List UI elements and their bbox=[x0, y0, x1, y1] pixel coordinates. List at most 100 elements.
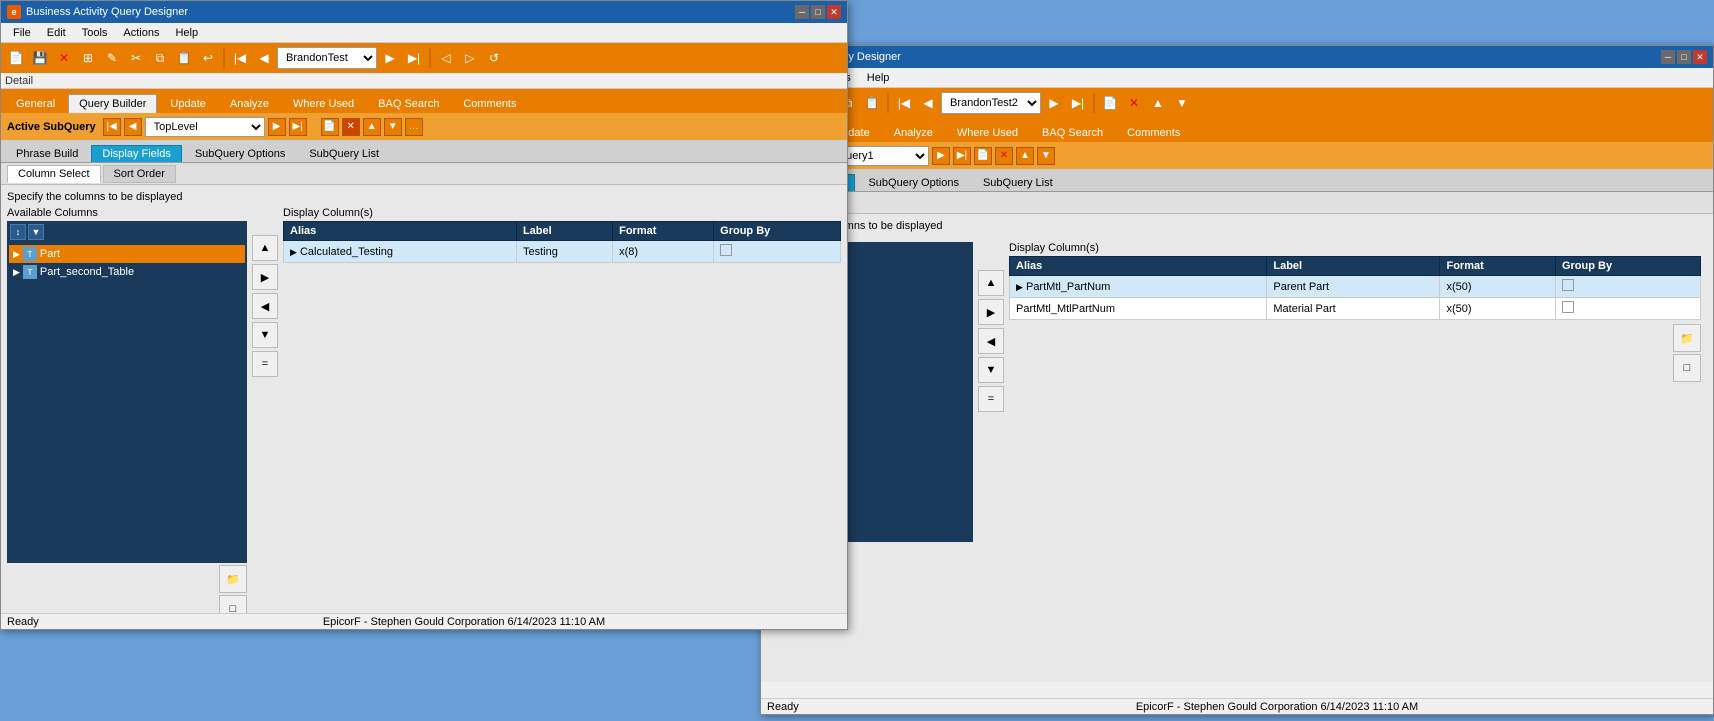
w1-tb-delete[interactable]: ✕ bbox=[53, 47, 75, 69]
w2-tab-baqsearch[interactable]: BAQ Search bbox=[1031, 123, 1114, 142]
w1-innertab-displayfields[interactable]: Display Fields bbox=[91, 145, 181, 162]
w1-tab-querybuilder[interactable]: Query Builder bbox=[68, 94, 157, 113]
w2-transfer-right[interactable]: ▶ bbox=[978, 299, 1004, 325]
w1-row1-alias: ▶ Calculated_Testing bbox=[284, 241, 517, 263]
w1-avail-menu[interactable]: ▼ bbox=[28, 224, 44, 240]
w1-tb-save[interactable]: 💾 bbox=[29, 47, 51, 69]
w2-nav-first[interactable]: |◀ bbox=[893, 92, 915, 114]
w1-transfer-right[interactable]: ▶ bbox=[252, 264, 278, 290]
window2-minimize-button[interactable]: ─ bbox=[1661, 50, 1675, 64]
window2-close-button[interactable]: ✕ bbox=[1693, 50, 1707, 64]
w1-nav-first[interactable]: |◀ bbox=[229, 47, 251, 69]
w2-tb-down[interactable]: ▼ bbox=[1171, 92, 1193, 114]
w2-tb-btn5[interactable]: 📋 bbox=[861, 92, 883, 114]
w1-tb-undo[interactable]: ↩ bbox=[197, 47, 219, 69]
w2-folder-btn[interactable]: 📁 bbox=[1673, 324, 1701, 352]
w1-tb-back[interactable]: ◁ bbox=[435, 47, 457, 69]
w2-innertab-subqueryoptions[interactable]: SubQuery Options bbox=[857, 174, 970, 191]
w1-tab-comments[interactable]: Comments bbox=[452, 94, 527, 113]
w1-tab-update[interactable]: Update bbox=[159, 94, 216, 113]
w1-tb-refresh[interactable]: ↺ bbox=[483, 47, 505, 69]
w1-nav-prev[interactable]: ◀ bbox=[253, 47, 275, 69]
table-row[interactable]: PartMtl_MtlPartNum Material Part x(50) bbox=[1010, 298, 1701, 320]
w2-nav-next[interactable]: ▶ bbox=[1043, 92, 1065, 114]
w1-tab-general[interactable]: General bbox=[5, 94, 66, 113]
w2-sq-nav3[interactable]: ▶ bbox=[932, 147, 950, 165]
w1-tb-cut[interactable]: ✂ bbox=[125, 47, 147, 69]
window2-maximize-button[interactable]: □ bbox=[1677, 50, 1691, 64]
w1-innertab-phrasebuild[interactable]: Phrase Build bbox=[5, 145, 89, 162]
w1-transfer-calc[interactable]: = bbox=[252, 351, 278, 377]
w1-sq-up[interactable]: ▲ bbox=[363, 118, 381, 136]
window1-menu-actions[interactable]: Actions bbox=[115, 25, 167, 41]
w1-coltab-sortorder[interactable]: Sort Order bbox=[103, 165, 176, 183]
window1-menu-file[interactable]: File bbox=[5, 25, 39, 41]
w1-tb-forward[interactable]: ▷ bbox=[459, 47, 481, 69]
w2-tb-new[interactable]: 📄 bbox=[1099, 92, 1121, 114]
w1-nav-last[interactable]: ▶| bbox=[403, 47, 425, 69]
w1-tab-analyze[interactable]: Analyze bbox=[219, 94, 280, 113]
w1-sq-new[interactable]: 📄 bbox=[321, 118, 339, 136]
tree-toggle-part2[interactable]: ▶ bbox=[13, 267, 20, 278]
w2-transfer-calc[interactable]: = bbox=[978, 386, 1004, 412]
w1-tab-whereused[interactable]: Where Used bbox=[282, 94, 365, 113]
w2-sq-delete[interactable]: ✕ bbox=[995, 147, 1013, 165]
w2-transfer-down[interactable]: ▼ bbox=[978, 357, 1004, 383]
w1-tb-btn4[interactable]: ⊞ bbox=[77, 47, 99, 69]
w2-transfer-left[interactable]: ◀ bbox=[978, 328, 1004, 354]
w2-row1-groupby-cb[interactable] bbox=[1562, 279, 1574, 291]
w2-sq-up[interactable]: ▲ bbox=[1016, 147, 1034, 165]
w2-tab-whereused[interactable]: Where Used bbox=[946, 123, 1029, 142]
w2-nav-last[interactable]: ▶| bbox=[1067, 92, 1089, 114]
w1-innertab-subqueryoptions[interactable]: SubQuery Options bbox=[184, 145, 297, 162]
w2-tab-analyze[interactable]: Analyze bbox=[883, 123, 944, 142]
w1-sq-delete[interactable]: ✕ bbox=[342, 118, 360, 136]
w1-tab-baqsearch[interactable]: BAQ Search bbox=[367, 94, 450, 113]
window1-menu-edit[interactable]: Edit bbox=[39, 25, 74, 41]
window1-menu-tools[interactable]: Tools bbox=[74, 25, 116, 41]
w1-transfer-up[interactable]: ▲ bbox=[252, 235, 278, 261]
w1-coltab-columnselect[interactable]: Column Select bbox=[7, 165, 101, 183]
w2-clear-btn[interactable]: □ bbox=[1673, 354, 1701, 382]
w1-transfer-down[interactable]: ▼ bbox=[252, 322, 278, 348]
window1-minimize-button[interactable]: ─ bbox=[795, 5, 809, 19]
w1-folder-btn[interactable]: 📁 bbox=[219, 565, 247, 593]
table-row[interactable]: ▶ Calculated_Testing Testing x(8) bbox=[284, 241, 841, 263]
table-row[interactable]: ▶ PartMtl_PartNum Parent Part x(50) bbox=[1010, 276, 1701, 298]
list-item[interactable]: ▶ T Part bbox=[9, 245, 245, 263]
w1-sq-nav4[interactable]: ▶| bbox=[289, 118, 307, 136]
w2-tab-comments[interactable]: Comments bbox=[1116, 123, 1191, 142]
w2-transfer-up[interactable]: ▲ bbox=[978, 270, 1004, 296]
w1-tb-paste[interactable]: 📋 bbox=[173, 47, 195, 69]
w1-query-dropdown[interactable]: BrandonTest bbox=[277, 47, 377, 69]
w1-tb-edit[interactable]: ✎ bbox=[101, 47, 123, 69]
w1-sq-nav1[interactable]: |◀ bbox=[103, 118, 121, 136]
w1-sq-nav2[interactable]: ◀ bbox=[124, 118, 142, 136]
w2-query-dropdown[interactable]: BrandonTest2 bbox=[941, 92, 1041, 114]
w2-tb-up[interactable]: ▲ bbox=[1147, 92, 1169, 114]
w2-sq-new[interactable]: 📄 bbox=[974, 147, 992, 165]
w1-transfer-left[interactable]: ◀ bbox=[252, 293, 278, 319]
window1-maximize-button[interactable]: □ bbox=[811, 5, 825, 19]
w2-sq-down[interactable]: ▼ bbox=[1037, 147, 1055, 165]
list-item[interactable]: ▶ T Part_second_Table bbox=[9, 263, 245, 281]
w2-nav-prev[interactable]: ◀ bbox=[917, 92, 939, 114]
w1-sq-down[interactable]: ▼ bbox=[384, 118, 402, 136]
w1-row1-groupby-cb[interactable] bbox=[720, 244, 732, 256]
window1-menu-help[interactable]: Help bbox=[167, 25, 206, 41]
w1-innertab-subquerylist[interactable]: SubQuery List bbox=[298, 145, 390, 162]
tree-toggle-part[interactable]: ▶ bbox=[13, 249, 20, 260]
w2-row2-groupby-cb[interactable] bbox=[1562, 301, 1574, 313]
w1-tb-copy[interactable]: ⧉ bbox=[149, 47, 171, 69]
window1-close-button[interactable]: ✕ bbox=[827, 5, 841, 19]
w1-tb-new[interactable]: 📄 bbox=[5, 47, 27, 69]
w1-subquery-dropdown[interactable]: TopLevel bbox=[145, 117, 265, 137]
w1-sq-extra[interactable]: … bbox=[405, 118, 423, 136]
w1-sq-nav3[interactable]: ▶ bbox=[268, 118, 286, 136]
w1-nav-next[interactable]: ▶ bbox=[379, 47, 401, 69]
w1-avail-sort[interactable]: ↕ bbox=[10, 224, 26, 240]
w2-sq-nav4[interactable]: ▶| bbox=[953, 147, 971, 165]
w2-tb-delete[interactable]: ✕ bbox=[1123, 92, 1145, 114]
window2-menu-help[interactable]: Help bbox=[859, 70, 898, 86]
w2-innertab-subquerylist[interactable]: SubQuery List bbox=[972, 174, 1064, 191]
